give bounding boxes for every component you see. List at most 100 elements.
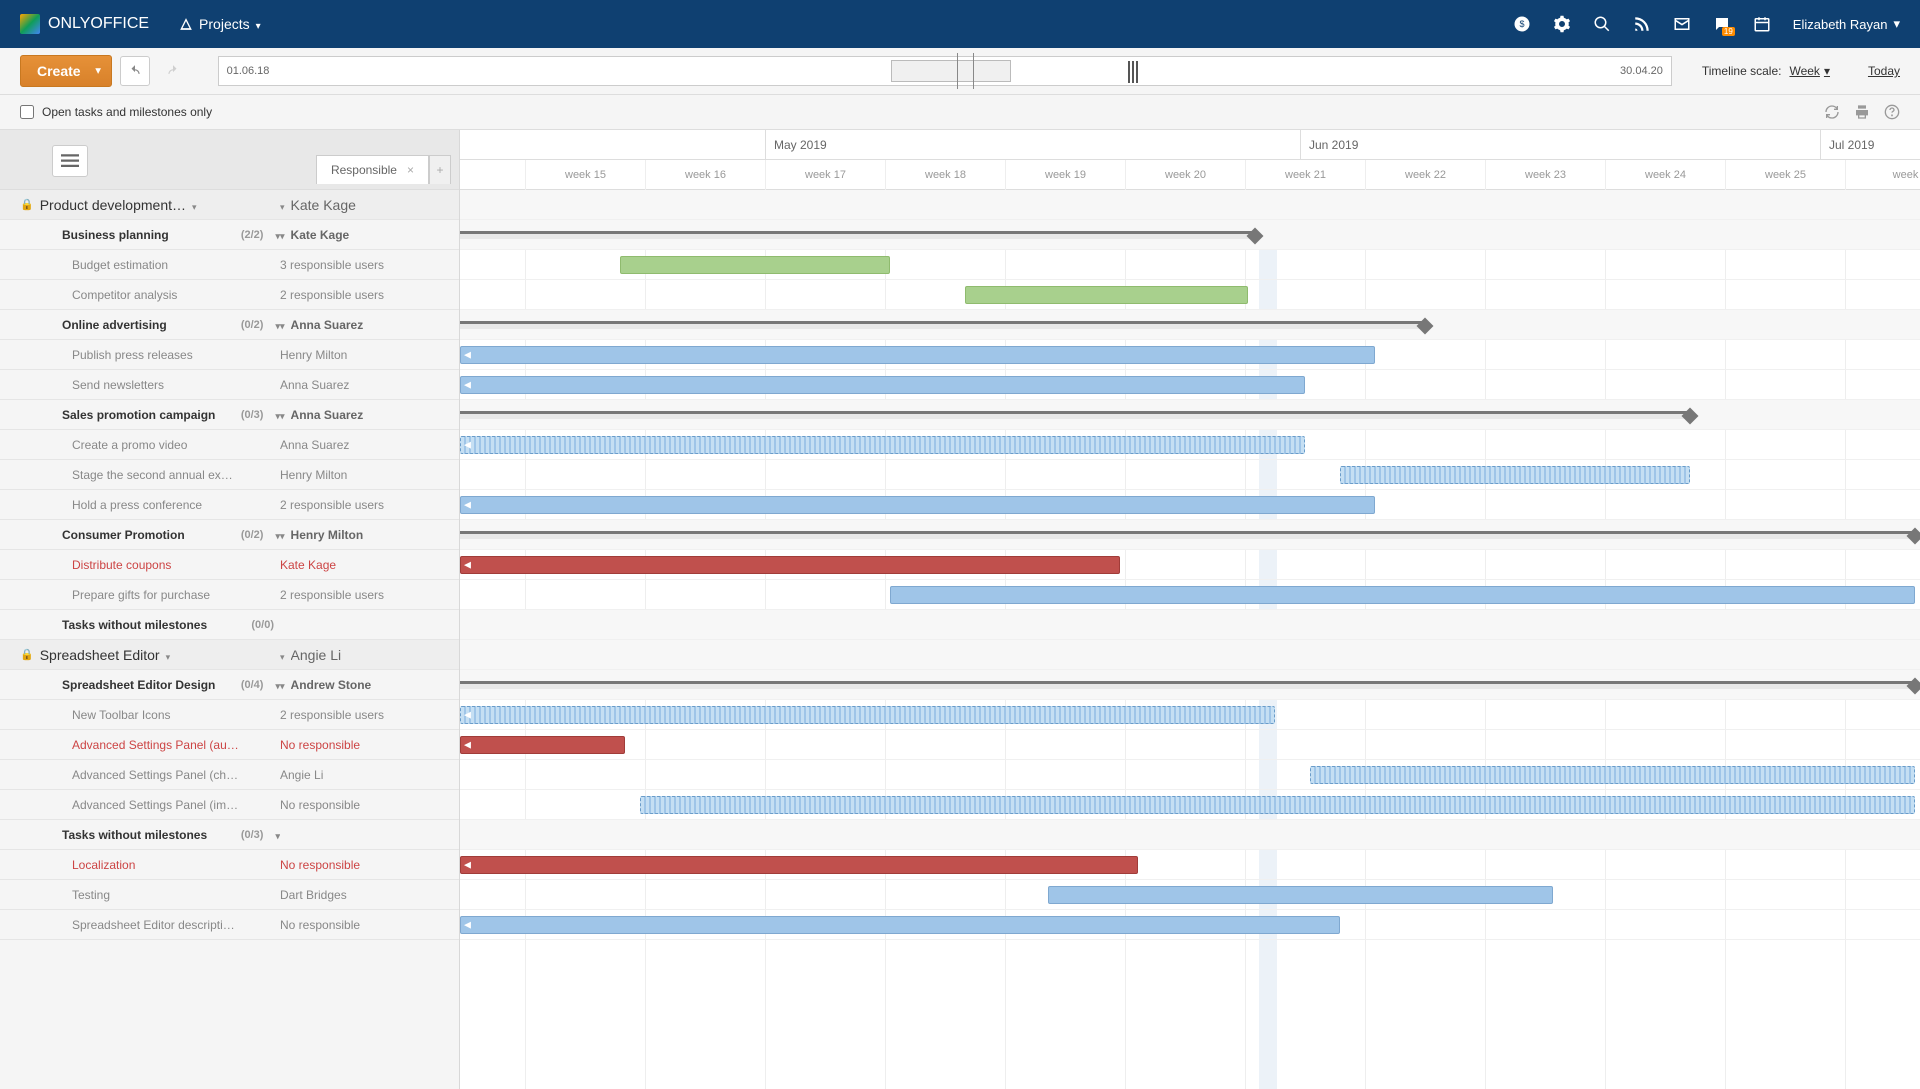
calendar-icon[interactable] [1753, 15, 1771, 33]
user-menu[interactable]: Elizabeth Rayan ▾ [1793, 16, 1900, 32]
gantt-row[interactable] [460, 190, 1920, 220]
task-bar[interactable] [965, 286, 1248, 304]
task-bar[interactable]: ◀ [460, 376, 1305, 394]
task-row[interactable]: Advanced Settings Panel (im…No responsib… [0, 790, 459, 820]
milestone-row[interactable]: Sales promotion campaign(0/3)Anna Suarez [0, 400, 459, 430]
refresh-icon[interactable] [1824, 104, 1840, 120]
gantt-row[interactable]: ◀ [460, 370, 1920, 400]
gantt-row[interactable] [460, 670, 1920, 700]
milestone-row[interactable]: Spreadsheet Editor Design(0/4)Andrew Sto… [0, 670, 459, 700]
chat-icon[interactable]: 19 [1713, 15, 1731, 33]
gantt-row[interactable]: ◀ [460, 730, 1920, 760]
timeline-range-slider[interactable]: 01.06.18 30.04.20 [218, 56, 1672, 86]
task-bar[interactable]: ◀ [460, 916, 1340, 934]
task-bar[interactable] [1048, 886, 1553, 904]
gantt-row[interactable]: ◀ [460, 850, 1920, 880]
open-only-input[interactable] [20, 105, 34, 119]
gear-icon[interactable] [1553, 15, 1571, 33]
undo-button[interactable] [120, 56, 150, 86]
gantt-row[interactable] [460, 640, 1920, 670]
task-bar[interactable]: ◀ [460, 346, 1375, 364]
mail-icon[interactable] [1673, 15, 1691, 33]
task-row[interactable]: Budget estimation3 responsible users [0, 250, 459, 280]
gantt-row[interactable] [460, 820, 1920, 850]
caret-icon[interactable] [280, 647, 285, 663]
task-bar[interactable]: ◀ [460, 706, 1275, 724]
range-window[interactable] [891, 60, 1011, 82]
task-row[interactable]: Stage the second annual ex…Henry Milton [0, 460, 459, 490]
gantt-row[interactable] [460, 610, 1920, 640]
close-icon[interactable]: × [407, 163, 414, 177]
task-row[interactable]: Send newslettersAnna Suarez [0, 370, 459, 400]
gantt-row[interactable]: ◀ [460, 430, 1920, 460]
task-bar[interactable] [1340, 466, 1690, 484]
milestone-row[interactable]: Tasks without milestones(0/3) [0, 820, 459, 850]
task-row[interactable]: Advanced Settings Panel (ch…Angie Li [0, 760, 459, 790]
project-row[interactable]: 🔒Product development…Kate Kage [0, 190, 459, 220]
responsible-column-tab[interactable]: Responsible × [316, 155, 429, 184]
task-bar[interactable]: ◀ [460, 496, 1375, 514]
gantt-row[interactable] [460, 280, 1920, 310]
milestone-bar[interactable] [460, 231, 1255, 239]
gantt-chart[interactable]: May 2019Jun 2019Jul 2019 week 15week 16w… [460, 130, 1920, 1089]
create-button[interactable]: Create [20, 55, 112, 87]
task-bar[interactable] [620, 256, 890, 274]
task-bar[interactable]: ◀ [460, 556, 1120, 574]
menu-button[interactable] [52, 145, 88, 177]
milestone-row[interactable]: Business planning(2/2)Kate Kage [0, 220, 459, 250]
caret-icon[interactable] [280, 408, 285, 422]
gantt-row[interactable] [460, 880, 1920, 910]
gantt-row[interactable] [460, 580, 1920, 610]
gantt-row[interactable]: ◀ [460, 340, 1920, 370]
milestone-bar[interactable] [460, 411, 1690, 419]
task-row[interactable]: Prepare gifts for purchase2 responsible … [0, 580, 459, 610]
task-bar[interactable] [1310, 766, 1915, 784]
caret-icon[interactable] [166, 647, 171, 663]
scale-select[interactable]: Week ▾ [1789, 64, 1830, 78]
gantt-row[interactable]: ◀ [460, 490, 1920, 520]
gantt-row[interactable] [460, 400, 1920, 430]
today-button[interactable]: Today [1868, 64, 1900, 78]
caret-icon[interactable] [280, 197, 285, 213]
caret-icon[interactable] [275, 828, 280, 842]
task-row[interactable]: Create a promo videoAnna Suarez [0, 430, 459, 460]
gantt-row[interactable] [460, 310, 1920, 340]
add-column-button[interactable]: + [429, 155, 451, 184]
range-handle[interactable] [1128, 61, 1138, 83]
task-bar[interactable]: ◀ [460, 736, 625, 754]
help-icon[interactable] [1884, 104, 1900, 120]
task-row[interactable]: TestingDart Bridges [0, 880, 459, 910]
milestone-bar[interactable] [460, 531, 1915, 539]
gantt-row[interactable] [460, 250, 1920, 280]
milestone-row[interactable]: Consumer Promotion(0/2)Henry Milton [0, 520, 459, 550]
payment-icon[interactable]: $ [1513, 15, 1531, 33]
caret-icon[interactable] [280, 528, 285, 542]
gantt-row[interactable] [460, 790, 1920, 820]
gantt-row[interactable]: ◀ [460, 550, 1920, 580]
task-row[interactable]: New Toolbar Icons2 responsible users [0, 700, 459, 730]
open-only-checkbox[interactable]: Open tasks and milestones only [20, 105, 212, 119]
project-row[interactable]: 🔒Spreadsheet EditorAngie Li [0, 640, 459, 670]
gantt-row[interactable] [460, 460, 1920, 490]
task-row[interactable]: Spreadsheet Editor descripti…No responsi… [0, 910, 459, 940]
gantt-row[interactable] [460, 520, 1920, 550]
redo-button[interactable] [158, 56, 188, 86]
task-bar[interactable]: ◀ [460, 856, 1138, 874]
caret-icon[interactable] [192, 197, 197, 213]
search-icon[interactable] [1593, 15, 1611, 33]
task-row[interactable]: Distribute couponsKate Kage [0, 550, 459, 580]
gantt-row[interactable] [460, 760, 1920, 790]
task-bar[interactable] [640, 796, 1915, 814]
task-row[interactable]: Competitor analysis2 responsible users [0, 280, 459, 310]
task-row[interactable]: LocalizationNo responsible [0, 850, 459, 880]
milestone-row[interactable]: Tasks without milestones(0/0) [0, 610, 459, 640]
caret-icon[interactable] [280, 318, 285, 332]
print-icon[interactable] [1854, 104, 1870, 120]
module-switcher[interactable]: Projects [179, 16, 261, 32]
milestone-bar[interactable] [460, 681, 1915, 689]
milestone-bar[interactable] [460, 321, 1425, 329]
gantt-row[interactable] [460, 220, 1920, 250]
task-row[interactable]: Advanced Settings Panel (au…No responsib… [0, 730, 459, 760]
task-bar[interactable]: ◀ [460, 436, 1305, 454]
milestone-row[interactable]: Online advertising(0/2)Anna Suarez [0, 310, 459, 340]
